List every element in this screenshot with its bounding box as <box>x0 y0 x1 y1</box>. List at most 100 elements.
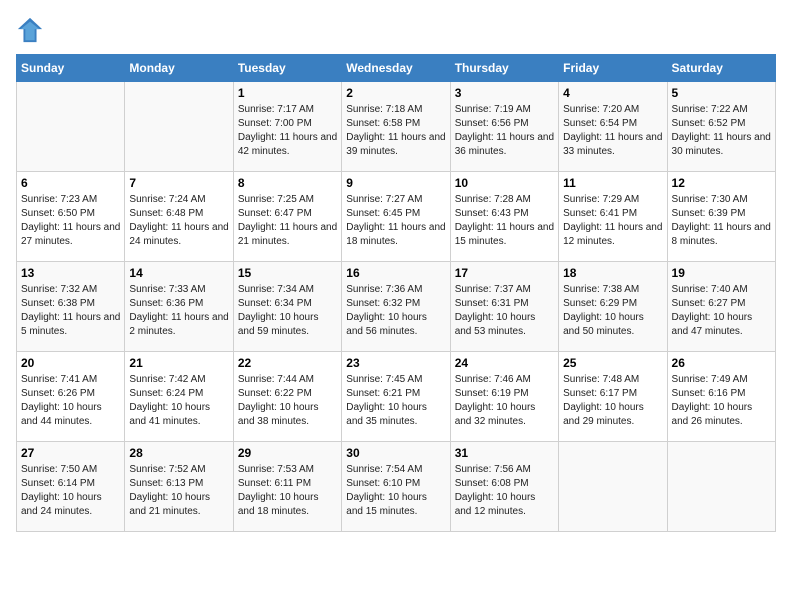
day-number: 28 <box>129 446 228 460</box>
calendar-cell: 23 Sunrise: 7:45 AM Sunset: 6:21 PM Dayli… <box>342 352 450 442</box>
day-number: 31 <box>455 446 554 460</box>
day-info: Sunrise: 7:54 AM Sunset: 6:10 PM Dayligh… <box>346 463 445 519</box>
day-number: 21 <box>129 356 228 370</box>
page-header <box>16 16 776 44</box>
day-info: Sunrise: 7:30 AM Sunset: 6:39 PM Dayligh… <box>672 193 771 249</box>
day-number: 24 <box>455 356 554 370</box>
calendar-cell: 18 Sunrise: 7:38 AM Sunset: 6:29 PM Dayli… <box>559 262 667 352</box>
calendar-cell: 11 Sunrise: 7:29 AM Sunset: 6:41 PM Dayli… <box>559 172 667 262</box>
day-number: 30 <box>346 446 445 460</box>
day-number: 20 <box>21 356 120 370</box>
day-number: 17 <box>455 266 554 280</box>
day-header-friday: Friday <box>559 55 667 82</box>
day-info: Sunrise: 7:37 AM Sunset: 6:31 PM Dayligh… <box>455 283 554 339</box>
day-info: Sunrise: 7:24 AM Sunset: 6:48 PM Dayligh… <box>129 193 228 249</box>
day-number: 8 <box>238 176 337 190</box>
week-row-3: 13 Sunrise: 7:32 AM Sunset: 6:38 PM Dayli… <box>17 262 776 352</box>
calendar-cell: 2 Sunrise: 7:18 AM Sunset: 6:58 PM Daylig… <box>342 82 450 172</box>
calendar-cell: 5 Sunrise: 7:22 AM Sunset: 6:52 PM Daylig… <box>667 82 775 172</box>
calendar-cell: 7 Sunrise: 7:24 AM Sunset: 6:48 PM Daylig… <box>125 172 233 262</box>
calendar-cell: 20 Sunrise: 7:41 AM Sunset: 6:26 PM Dayli… <box>17 352 125 442</box>
day-info: Sunrise: 7:46 AM Sunset: 6:19 PM Dayligh… <box>455 373 554 429</box>
calendar-cell: 16Sunrise: 7:36 AM Sunset: 6:32 PM Dayli… <box>342 262 450 352</box>
day-header-thursday: Thursday <box>450 55 558 82</box>
calendar-cell <box>125 82 233 172</box>
day-info: Sunrise: 7:49 AM Sunset: 6:16 PM Dayligh… <box>672 373 771 429</box>
week-row-4: 20 Sunrise: 7:41 AM Sunset: 6:26 PM Dayli… <box>17 352 776 442</box>
calendar-cell: 27 Sunrise: 7:50 AM Sunset: 6:14 PM Dayli… <box>17 442 125 532</box>
calendar-cell: 28 Sunrise: 7:52 AM Sunset: 6:13 PM Dayli… <box>125 442 233 532</box>
calendar-cell: 31Sunrise: 7:56 AM Sunset: 6:08 PM Dayli… <box>450 442 558 532</box>
day-number: 19 <box>672 266 771 280</box>
day-info: Sunrise: 7:33 AM Sunset: 6:36 PM Dayligh… <box>129 283 228 339</box>
day-number: 26 <box>672 356 771 370</box>
calendar-cell: 13 Sunrise: 7:32 AM Sunset: 6:38 PM Dayli… <box>17 262 125 352</box>
day-number: 14 <box>129 266 228 280</box>
day-info: Sunrise: 7:38 AM Sunset: 6:29 PM Dayligh… <box>563 283 662 339</box>
calendar-cell: 30 Sunrise: 7:54 AM Sunset: 6:10 PM Dayli… <box>342 442 450 532</box>
week-row-2: 6 Sunrise: 7:23 AM Sunset: 6:50 PM Daylig… <box>17 172 776 262</box>
day-info: Sunrise: 7:48 AM Sunset: 6:17 PM Dayligh… <box>563 373 662 429</box>
logo <box>16 16 48 44</box>
day-info: Sunrise: 7:25 AM Sunset: 6:47 PM Dayligh… <box>238 193 337 249</box>
day-info: Sunrise: 7:41 AM Sunset: 6:26 PM Dayligh… <box>21 373 120 429</box>
calendar-cell: 6 Sunrise: 7:23 AM Sunset: 6:50 PM Daylig… <box>17 172 125 262</box>
day-number: 7 <box>129 176 228 190</box>
calendar-table: SundayMondayTuesdayWednesdayThursdayFrid… <box>16 54 776 532</box>
day-info: Sunrise: 7:29 AM Sunset: 6:41 PM Dayligh… <box>563 193 662 249</box>
calendar-cell: 24 Sunrise: 7:46 AM Sunset: 6:19 PM Dayli… <box>450 352 558 442</box>
calendar-cell: 22 Sunrise: 7:44 AM Sunset: 6:22 PM Dayli… <box>233 352 341 442</box>
calendar-cell: 17 Sunrise: 7:37 AM Sunset: 6:31 PM Dayli… <box>450 262 558 352</box>
calendar-header: SundayMondayTuesdayWednesdayThursdayFrid… <box>17 55 776 82</box>
day-number: 5 <box>672 86 771 100</box>
day-info: Sunrise: 7:44 AM Sunset: 6:22 PM Dayligh… <box>238 373 337 429</box>
calendar-cell: 4 Sunrise: 7:20 AM Sunset: 6:54 PM Daylig… <box>559 82 667 172</box>
day-number: 23 <box>346 356 445 370</box>
day-number: 22 <box>238 356 337 370</box>
day-number: 4 <box>563 86 662 100</box>
calendar-cell: 10 Sunrise: 7:28 AM Sunset: 6:43 PM Dayli… <box>450 172 558 262</box>
calendar-cell: 3Sunrise: 7:19 AM Sunset: 6:56 PM Daylig… <box>450 82 558 172</box>
day-number: 11 <box>563 176 662 190</box>
day-info: Sunrise: 7:23 AM Sunset: 6:50 PM Dayligh… <box>21 193 120 249</box>
day-info: Sunrise: 7:18 AM Sunset: 6:58 PM Dayligh… <box>346 103 445 159</box>
day-info: Sunrise: 7:17 AM Sunset: 7:00 PM Dayligh… <box>238 103 337 159</box>
day-info: Sunrise: 7:20 AM Sunset: 6:54 PM Dayligh… <box>563 103 662 159</box>
day-number: 18 <box>563 266 662 280</box>
logo-icon <box>16 16 44 44</box>
day-info: Sunrise: 7:53 AM Sunset: 6:11 PM Dayligh… <box>238 463 337 519</box>
day-header-wednesday: Wednesday <box>342 55 450 82</box>
calendar-cell: 21 Sunrise: 7:42 AM Sunset: 6:24 PM Dayli… <box>125 352 233 442</box>
day-number: 6 <box>21 176 120 190</box>
day-info: Sunrise: 7:45 AM Sunset: 6:21 PM Dayligh… <box>346 373 445 429</box>
day-info: Sunrise: 7:52 AM Sunset: 6:13 PM Dayligh… <box>129 463 228 519</box>
day-number: 9 <box>346 176 445 190</box>
calendar-cell: 9 Sunrise: 7:27 AM Sunset: 6:45 PM Daylig… <box>342 172 450 262</box>
day-header-sunday: Sunday <box>17 55 125 82</box>
calendar-cell: 25Sunrise: 7:48 AM Sunset: 6:17 PM Dayli… <box>559 352 667 442</box>
day-header-saturday: Saturday <box>667 55 775 82</box>
day-header-tuesday: Tuesday <box>233 55 341 82</box>
day-number: 27 <box>21 446 120 460</box>
day-number: 29 <box>238 446 337 460</box>
calendar-cell: 26 Sunrise: 7:49 AM Sunset: 6:16 PM Dayli… <box>667 352 775 442</box>
calendar-cell <box>667 442 775 532</box>
week-row-5: 27 Sunrise: 7:50 AM Sunset: 6:14 PM Dayli… <box>17 442 776 532</box>
calendar-cell: 8 Sunrise: 7:25 AM Sunset: 6:47 PM Daylig… <box>233 172 341 262</box>
calendar-cell <box>17 82 125 172</box>
day-number: 16 <box>346 266 445 280</box>
day-info: Sunrise: 7:42 AM Sunset: 6:24 PM Dayligh… <box>129 373 228 429</box>
day-info: Sunrise: 7:27 AM Sunset: 6:45 PM Dayligh… <box>346 193 445 249</box>
calendar-body: 1Sunrise: 7:17 AM Sunset: 7:00 PM Daylig… <box>17 82 776 532</box>
day-info: Sunrise: 7:34 AM Sunset: 6:34 PM Dayligh… <box>238 283 337 339</box>
day-info: Sunrise: 7:22 AM Sunset: 6:52 PM Dayligh… <box>672 103 771 159</box>
calendar-cell <box>559 442 667 532</box>
day-number: 10 <box>455 176 554 190</box>
day-number: 2 <box>346 86 445 100</box>
day-number: 13 <box>21 266 120 280</box>
day-number: 15 <box>238 266 337 280</box>
day-info: Sunrise: 7:28 AM Sunset: 6:43 PM Dayligh… <box>455 193 554 249</box>
calendar-cell: 14 Sunrise: 7:33 AM Sunset: 6:36 PM Dayli… <box>125 262 233 352</box>
day-info: Sunrise: 7:50 AM Sunset: 6:14 PM Dayligh… <box>21 463 120 519</box>
day-info: Sunrise: 7:32 AM Sunset: 6:38 PM Dayligh… <box>21 283 120 339</box>
